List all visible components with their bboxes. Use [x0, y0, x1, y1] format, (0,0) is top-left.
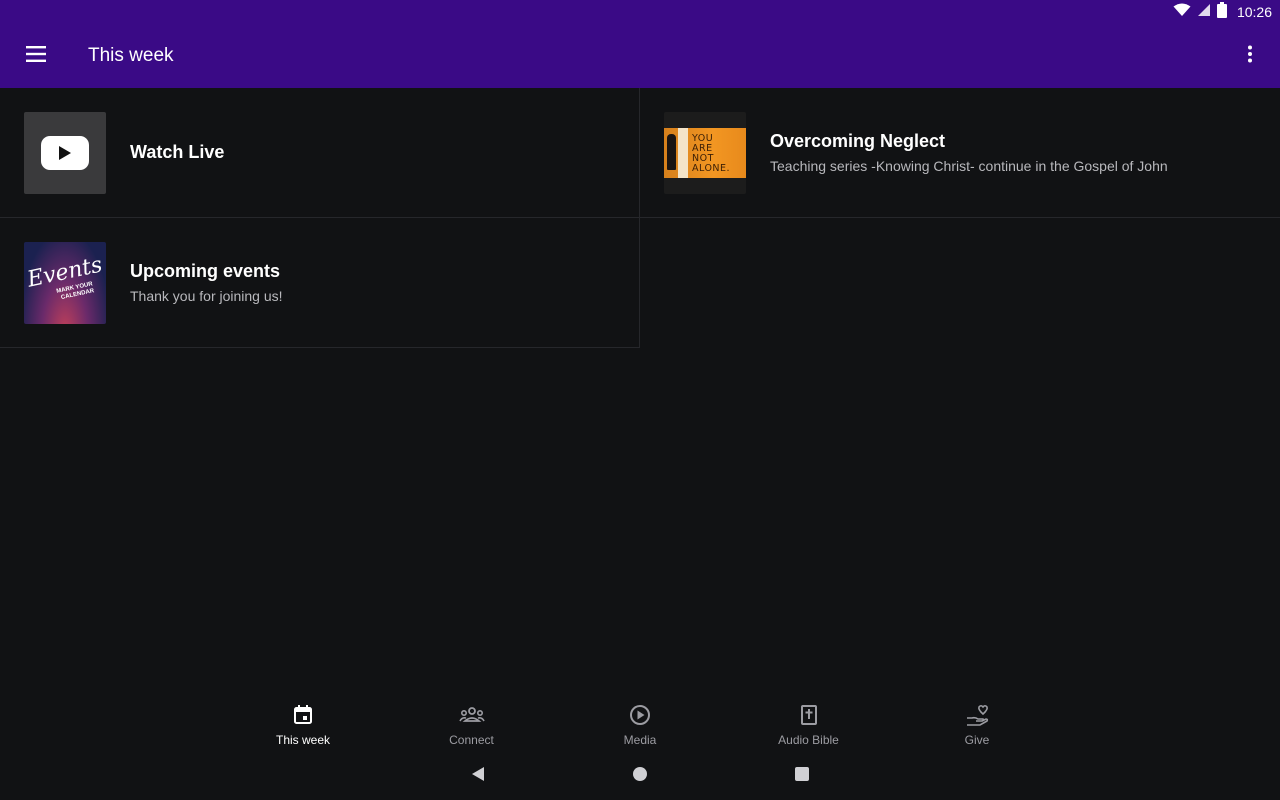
wifi-icon: [1173, 3, 1191, 22]
status-time: 10:26: [1236, 4, 1272, 20]
home-button[interactable]: [559, 752, 721, 800]
card-title: Overcoming Neglect: [770, 131, 946, 151]
nav-label: Give: [964, 733, 990, 747]
people-icon: [458, 704, 485, 731]
card-watch-live[interactable]: Watch Live: [0, 88, 640, 218]
card-upcoming-events[interactable]: Events MARK YOUR CALENDAR Upcoming event…: [0, 218, 640, 348]
nav-label: Media: [623, 733, 657, 747]
card-overcoming-neglect[interactable]: YOU ARE NOT ALONE. Overcoming Neglect Te…: [640, 88, 1280, 218]
more-vert-icon: [1247, 45, 1253, 68]
calendar-icon: [292, 704, 314, 731]
card-thumbnail: Events MARK YOUR CALENDAR: [24, 241, 106, 324]
card-thumbnail: [24, 111, 106, 194]
card-subtitle: Thank you for joining us!: [130, 288, 283, 304]
bottom-navigation: This week Connect Media Audio Bible Give: [0, 696, 1280, 752]
bible-icon: [798, 704, 820, 731]
person-silhouette-icon: [667, 133, 676, 170]
menu-button[interactable]: [0, 24, 72, 88]
back-button[interactable]: [397, 752, 559, 800]
youtube-play-icon: [41, 135, 89, 170]
play-circle-icon: [629, 704, 651, 731]
nav-label: This week: [275, 733, 331, 747]
hand-heart-icon: [965, 704, 989, 731]
recents-square-icon: [794, 766, 810, 787]
hamburger-menu-icon: [26, 45, 46, 67]
recents-button[interactable]: [721, 752, 883, 800]
app-bar: This week: [0, 24, 1280, 88]
signal-icon: [1197, 3, 1211, 22]
nav-item-media[interactable]: Media: [556, 696, 725, 752]
battery-icon: [1216, 1, 1227, 23]
card-title: Upcoming events: [130, 261, 281, 281]
overflow-menu-button[interactable]: [1220, 24, 1280, 88]
thumbnail-text: YOU ARE NOT ALONE.: [692, 132, 731, 174]
home-circle-icon: [632, 766, 648, 787]
status-bar: 10:26: [0, 0, 1280, 24]
nav-label: Audio Bible: [778, 733, 839, 747]
system-navigation-bar: [0, 752, 1280, 800]
card-subtitle: Teaching series -Knowing Christ- continu…: [770, 158, 1168, 174]
nav-item-connect[interactable]: Connect: [387, 696, 556, 752]
card-thumbnail: YOU ARE NOT ALONE.: [664, 111, 746, 194]
page-title: This week: [88, 45, 174, 66]
back-triangle-icon: [470, 766, 486, 787]
nav-label: Connect: [449, 733, 494, 747]
card-title: Watch Live: [130, 142, 225, 162]
nav-item-give[interactable]: Give: [893, 696, 1062, 752]
nav-item-this-week[interactable]: This week: [219, 696, 388, 752]
nav-item-audio-bible[interactable]: Audio Bible: [724, 696, 893, 752]
